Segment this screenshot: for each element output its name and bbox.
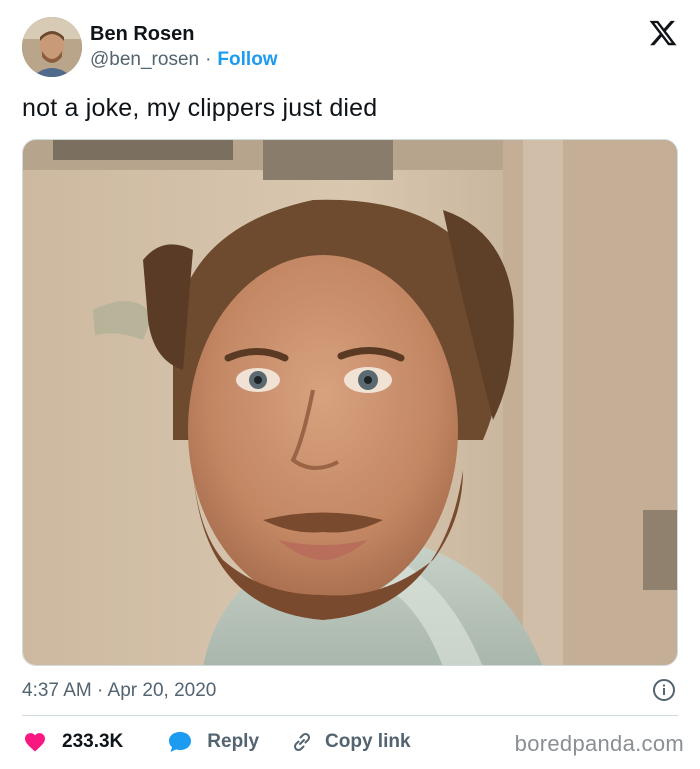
speech-bubble-icon	[167, 729, 193, 755]
timestamp-row: 4:37 AM · Apr 20, 2020	[22, 677, 678, 705]
info-circle-icon[interactable]	[652, 678, 676, 702]
divider	[22, 715, 678, 716]
separator-dot: ·	[205, 48, 212, 70]
tweet-card: Ben Rosen @ben_rosen · Follow not a joke…	[0, 0, 700, 769]
follow-button[interactable]: Follow	[217, 47, 277, 73]
tweet-actions: 233.3K Reply Copy link	[22, 727, 411, 757]
tweet-text: not a joke, my clippers just died	[22, 94, 378, 122]
author-handle[interactable]: @ben_rosen	[90, 47, 199, 73]
tweet-timestamp[interactable]: 4:37 AM · Apr 20, 2020	[22, 680, 216, 702]
like-button[interactable]: 233.3K	[22, 729, 123, 755]
reply-label: Reply	[207, 731, 260, 752]
avatar-image	[22, 17, 82, 77]
heart-icon	[22, 729, 48, 755]
watermark: boredpanda.com	[514, 731, 684, 756]
author-handle-row: @ben_rosen · Follow	[90, 47, 278, 73]
copy-link-label: Copy link	[325, 731, 411, 752]
x-logo-icon[interactable]	[648, 18, 678, 48]
tweet-photo[interactable]	[22, 139, 678, 666]
author-display-name[interactable]: Ben Rosen	[90, 22, 278, 47]
reply-button[interactable]: Reply	[167, 729, 259, 755]
like-count: 233.3K	[62, 731, 124, 752]
author-names: Ben Rosen @ben_rosen · Follow	[90, 22, 278, 73]
photo-man-with-uneven-haircut	[23, 140, 677, 665]
tweet-header: Ben Rosen @ben_rosen · Follow	[22, 16, 278, 78]
avatar[interactable]	[22, 17, 82, 77]
copy-link-button[interactable]: Copy link	[289, 729, 411, 755]
link-icon	[289, 729, 315, 755]
